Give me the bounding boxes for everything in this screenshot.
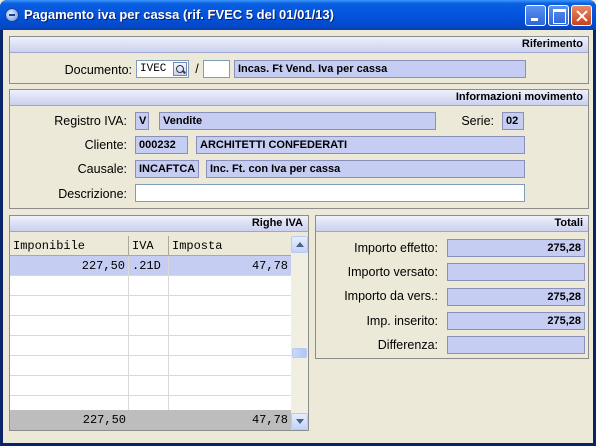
causale-label: Causale: [77,162,127,176]
riferimento-title: Riferimento [521,38,583,50]
scroll-down-button[interactable] [291,413,308,430]
cliente-name-field: ARCHITETTI CONFEDERATI [196,136,525,154]
cell-empty [129,276,169,296]
window-title: Pagamento iva per cassa (rif. FVEC 5 del… [24,7,334,22]
grid-totals-row: 227,50 47,78 [10,410,291,430]
causale-description-field: Inc. Ft. con Iva per cassa [206,160,525,178]
scroll-up-button[interactable] [291,236,308,253]
table-row-empty[interactable] [10,276,291,296]
documento-label: Documento: [64,63,132,77]
registro-code-field: V [135,112,149,130]
movimento-title: Informazioni movimento [455,91,583,103]
movimento-panel: Informazioni movimento Registro IVA: V V… [9,89,589,209]
cell-empty [10,296,129,316]
cell-empty [10,276,129,296]
documento-code-field[interactable]: IVEC [136,60,189,78]
differenza-label: Differenza: [377,338,438,352]
window: Pagamento iva per cassa (rif. FVEC 5 del… [0,0,596,446]
minimize-button[interactable] [525,5,546,26]
documento-description-field: Incas. Ft Vend. Iva per cassa [234,60,526,78]
importo-effetto-field: 275,28 [447,239,585,257]
column-header-imponibile[interactable]: Imponibile [10,236,129,256]
cell-empty [10,336,129,356]
descrizione-label: Descrizione: [58,187,127,201]
serie-field: 02 [502,112,524,130]
cliente-label: Cliente: [84,138,127,152]
cell-empty [129,336,169,356]
cliente-code-field: 000232 [135,136,188,154]
cell-empty [10,356,129,376]
cell-empty [129,296,169,316]
totali-title: Totali [554,217,583,229]
differenza-field [447,336,585,354]
window-client: Riferimento Documento: IVEC / Incas. Ft … [3,30,593,443]
riferimento-header: Riferimento [10,37,588,53]
righe-iva-panel: Righe IVA Imponibile IVA Imposta 227,50 … [9,215,309,431]
table-row-empty[interactable] [10,376,291,396]
serie-label: Serie: [461,114,494,128]
righe-iva-grid[interactable]: Imponibile IVA Imposta 227,50 .21D 47,78 [10,236,308,430]
registro-description-field: Vendite [159,112,436,130]
totali-header: Totali [316,216,588,232]
cell-empty [10,316,129,336]
cell-empty [129,316,169,336]
importo-inserito-field: 275,28 [447,312,585,330]
scroll-thumb[interactable] [292,348,307,358]
registro-label: Registro IVA: [54,114,127,128]
lookup-icon[interactable] [173,62,187,76]
table-row-empty[interactable] [10,356,291,376]
totali-panel: Totali Importo effetto: 275,28 Importo v… [315,215,589,359]
importo-effetto-label: Importo effetto: [354,241,438,255]
documento-separator: / [195,62,199,76]
cell-empty [129,376,169,396]
cell-iva: .21D [129,256,169,276]
importo-da-versare-label: Importo da vers.: [344,289,438,303]
grid-header: Imponibile IVA Imposta [10,236,291,256]
maximize-button[interactable] [548,5,569,26]
table-row-empty[interactable] [10,336,291,356]
title-bar[interactable]: Pagamento iva per cassa (rif. FVEC 5 del… [0,0,596,30]
grid-scrollbar[interactable] [291,236,308,430]
importo-inserito-label: Imp. inserito: [366,314,438,328]
cell-imposta: 47,78 [251,259,288,273]
importo-versato-field [447,263,585,281]
total-imponibile: 227,50 [82,413,126,427]
total-imposta: 47,78 [251,413,288,427]
close-button[interactable] [571,5,592,26]
table-row-empty[interactable] [10,316,291,336]
cell-empty [10,376,129,396]
table-row[interactable]: 227,50 .21D 47,78 [10,256,291,276]
cell-empty [129,356,169,376]
column-header-iva[interactable]: IVA [129,236,169,256]
righe-iva-header: Righe IVA [10,216,308,232]
cell-imponibile: 227,50 [10,256,129,276]
righe-iva-title: Righe IVA [251,217,303,229]
app-icon[interactable] [5,8,19,22]
documento-code-value: IVEC [140,63,167,75]
causale-code-field: INCAFTCA [135,160,199,178]
movimento-header: Informazioni movimento [10,90,588,106]
descrizione-field[interactable] [135,184,525,202]
riferimento-panel: Riferimento Documento: IVEC / Incas. Ft … [9,36,589,84]
documento-number-field[interactable] [203,60,230,78]
importo-versato-label: Importo versato: [347,265,438,279]
column-header-imposta[interactable]: Imposta [169,236,291,256]
table-row-empty[interactable] [10,296,291,316]
importo-da-versare-field: 275,28 [447,288,585,306]
